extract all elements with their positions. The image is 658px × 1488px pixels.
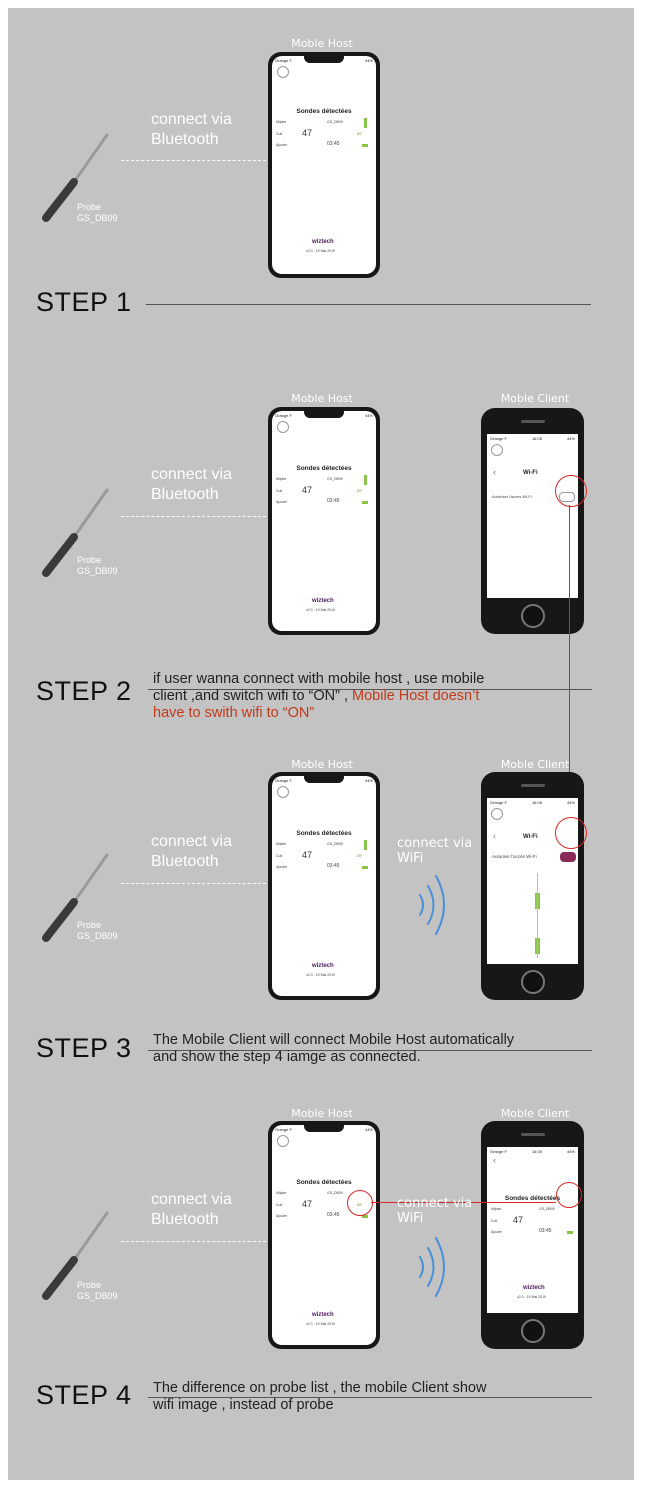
- home-button[interactable]: [521, 1319, 545, 1343]
- probe-temp: 47: [302, 128, 313, 138]
- mobile-client-label-3: Moble Client: [500, 758, 570, 771]
- step-3-title: STEP 3: [36, 1033, 132, 1063]
- mobile-host-label-3: Moble Host: [291, 758, 353, 771]
- host-phone: Orange F16:0544% Sondes détectées Mijote…: [268, 52, 380, 278]
- wifi-image-highlight: [556, 1182, 582, 1208]
- probe-label: Probe GS_DB09: [77, 202, 118, 223]
- host-screen-2: Orange F16:0544% Sondes détectées Mijote…: [272, 411, 376, 631]
- wifi-toggle-on[interactable]: [560, 852, 576, 862]
- menu-icon[interactable]: [277, 1135, 289, 1147]
- step-1-rule: [146, 304, 591, 305]
- probe-label-2: Probe GS_DB09: [77, 555, 118, 576]
- host-screen-4: Orange F16:0544% Sondes détectées Mijote…: [272, 1125, 376, 1345]
- mobile-host-label-4: Moble Host: [291, 1107, 353, 1120]
- client-screen-4: Orange F 16:05 44% ‹ Sondes détectées Mijo…: [487, 1147, 578, 1313]
- connect-wifi-text: connect via WiFi: [397, 836, 473, 866]
- connect-bluetooth-text: connect via Bluetooth: [151, 111, 232, 148]
- bluetooth-link-4: [121, 1241, 266, 1242]
- menu-icon[interactable]: [277, 421, 289, 433]
- bluetooth-link: [121, 160, 266, 161]
- probe-label-4: Probe GS_DB09: [77, 1280, 118, 1301]
- client-screen-2: Orange F 16:05 44% ‹ Wi-Fi Autoriser l'acc…: [487, 434, 578, 598]
- step-1-title: STEP 1: [36, 287, 132, 317]
- back-icon[interactable]: ‹: [493, 831, 496, 841]
- step-3-description: The Mobile Client will connect Mobile Ho…: [153, 1032, 515, 1065]
- probe-label-3: Probe GS_DB09: [77, 920, 118, 941]
- host-screen: Orange F16:0544% Sondes détectées Mijote…: [272, 56, 376, 274]
- menu-icon[interactable]: [491, 444, 503, 456]
- mobile-client-label-4: Moble Client: [500, 1107, 570, 1120]
- client-phone-4: Orange F 16:05 44% ‹ Sondes détectées Mijo…: [481, 1121, 584, 1349]
- wifi-toggle-highlight: [555, 475, 587, 507]
- host-screen-3: Orange F16:0544% Sondes détectées Mijote…: [272, 776, 376, 996]
- mobile-host-label-2: Moble Host: [291, 392, 353, 405]
- brand-logo: wiztech: [312, 239, 334, 245]
- mobile-client-label-2: Moble Client: [500, 392, 570, 405]
- step-2-description: if user wanna connect with mobile host ,…: [153, 671, 485, 721]
- menu-icon[interactable]: [491, 808, 503, 820]
- client-phone-3: Orange F 16:05 44% ‹ Wi-Fi Autoriser l'acc…: [481, 772, 584, 1000]
- host-phone-3: Orange F16:0544% Sondes détectées Mijote…: [268, 772, 380, 1000]
- wifi-waves-icon: [419, 875, 445, 935]
- host-phone-4: Orange F16:0544% Sondes détectées Mijote…: [268, 1121, 380, 1349]
- connect-bluetooth-text-4: connect via Bluetooth: [151, 1191, 232, 1228]
- step-2-title: STEP 2: [36, 676, 132, 706]
- menu-icon[interactable]: [277, 786, 289, 798]
- wifi-toggle-on-highlight: [555, 817, 587, 849]
- bluetooth-link-3: [121, 883, 266, 884]
- connect-wifi-text-4: connect via WiFi: [397, 1196, 473, 1226]
- screen-title: Sondes détectées: [296, 108, 352, 115]
- home-button[interactable]: [521, 604, 545, 628]
- bluetooth-link-2: [121, 516, 266, 517]
- step-4-title: STEP 4: [36, 1380, 132, 1410]
- connect-bluetooth-text-3: connect via Bluetooth: [151, 833, 232, 870]
- wifi-waves-icon-4: [419, 1237, 445, 1297]
- probe-icon-highlight: [347, 1190, 373, 1216]
- menu-icon[interactable]: [277, 66, 289, 78]
- connect-bluetooth-text-2: connect via Bluetooth: [151, 466, 232, 503]
- host-phone-2: Orange F16:0544% Sondes détectées Mijote…: [268, 407, 380, 635]
- step-4-description: The difference on probe list , the mobil…: [153, 1380, 487, 1413]
- home-button[interactable]: [521, 970, 545, 994]
- mobile-host-label: Moble Host: [291, 37, 353, 50]
- back-icon[interactable]: ‹: [493, 467, 496, 477]
- back-icon[interactable]: ‹: [493, 1155, 496, 1165]
